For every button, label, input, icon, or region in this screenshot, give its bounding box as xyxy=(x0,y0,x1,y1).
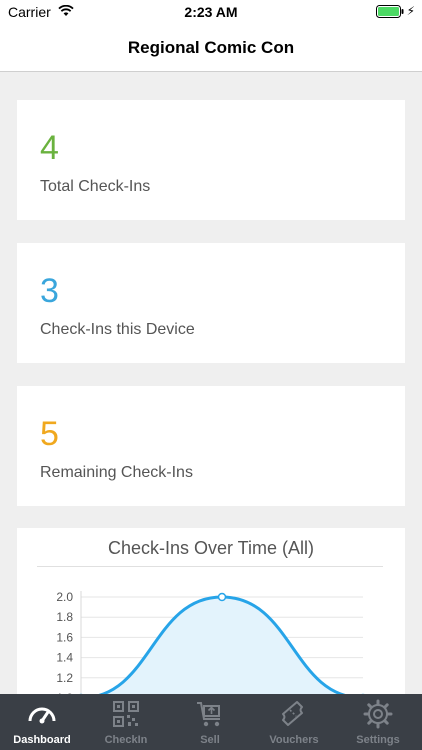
tab-vouchers-label: Vouchers xyxy=(269,734,319,746)
gauge-icon xyxy=(28,707,56,724)
total-checkins-card: 4 Total Check-Ins xyxy=(17,100,405,220)
qr-code-icon xyxy=(113,701,139,727)
tab-settings-label: Settings xyxy=(356,734,400,746)
remaining-checkins-value: 5 xyxy=(40,415,59,453)
y-tick-label: 1.4 xyxy=(56,651,73,665)
y-tick-label: 1.6 xyxy=(56,630,73,644)
tab-vouchers[interactable]: Vouchers xyxy=(252,694,336,750)
ticket-icon xyxy=(282,701,303,726)
device-checkins-label: Check-Ins this Device xyxy=(40,321,195,338)
battery-icon xyxy=(376,5,404,18)
tab-dashboard[interactable]: Dashboard xyxy=(0,694,84,750)
tab-sell-label: Sell xyxy=(200,734,220,746)
remaining-checkins-card: 5 Remaining Check-Ins xyxy=(17,386,405,506)
tab-settings[interactable]: Settings xyxy=(336,694,420,750)
tab-bar: Dashboard CheckIn Sell Vouchers Settings xyxy=(0,694,422,750)
gear-icon xyxy=(363,699,393,729)
y-tick-label: 1.2 xyxy=(56,671,73,685)
cart-icon xyxy=(197,702,220,727)
device-checkins-card: 3 Check-Ins this Device xyxy=(17,243,405,363)
tab-sell[interactable]: Sell xyxy=(168,694,252,750)
total-checkins-label: Total Check-Ins xyxy=(40,178,151,195)
page-title: Regional Comic Con xyxy=(127,38,295,57)
charging-bolt-icon: ⚡ xyxy=(406,4,415,18)
device-checkins-value: 3 xyxy=(40,272,59,310)
remaining-checkins-label: Remaining Check-Ins xyxy=(40,464,193,481)
data-point xyxy=(217,592,227,602)
navigation-bar: Regional Comic Con xyxy=(0,24,422,72)
tab-dashboard-label: Dashboard xyxy=(13,734,71,746)
y-tick-label: 2.0 xyxy=(56,590,73,604)
status-bar: Carrier 2:23 AM ⚡ xyxy=(0,0,422,24)
total-checkins-value: 4 xyxy=(40,129,59,167)
status-time: 2:23 AM xyxy=(184,4,238,20)
tab-checkin[interactable]: CheckIn xyxy=(84,694,168,750)
y-tick-label: 1.8 xyxy=(56,610,73,624)
tab-checkin-label: CheckIn xyxy=(104,734,148,746)
